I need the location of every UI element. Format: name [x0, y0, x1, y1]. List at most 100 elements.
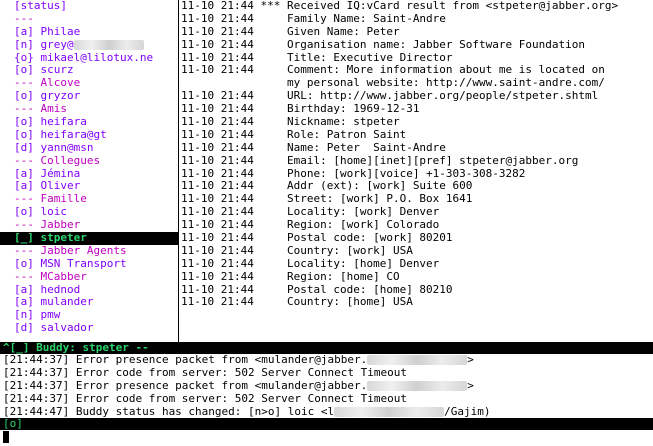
chat-message: Country: [home] USA: [286, 296, 413, 309]
roster-buddy[interactable]: [o] scurz: [0, 64, 178, 77]
chat-line: 11-10 21:44 Region: [home] CO: [181, 271, 653, 284]
chat-timestamp: 11-10 21:44: [181, 25, 254, 38]
chat-message: Given Name: Peter: [286, 25, 400, 38]
log-line: [21:44:37] Error presence packet from <m…: [3, 354, 474, 366]
chat-marker: [254, 26, 287, 38]
chat-message: Organisation name: Jabber Software Found…: [286, 38, 585, 51]
chat-line: 11-10 21:44 *** Received IQ:vCard result…: [181, 0, 653, 13]
roster-panel[interactable]: [status] --- [a] Philae [n] grey@ {o} mikael…: [0, 0, 178, 342]
roster-group[interactable]: ---: [0, 13, 178, 26]
roster-group[interactable]: --- Jabber Agents: [0, 245, 178, 258]
chat-marker: [254, 77, 287, 89]
command-input[interactable]: [0, 430, 653, 446]
roster-group[interactable]: --- MCabber: [0, 271, 178, 284]
chat-marker: [254, 232, 287, 244]
roster-group[interactable]: --- Collegues: [0, 155, 178, 168]
chat-timestamp: 11-10 21:44: [181, 244, 254, 257]
chat-timestamp: 11-10 21:44: [181, 116, 254, 129]
chat-timestamp: 11-10 21:44: [181, 64, 254, 77]
chat-message: Nickname: stpeter: [286, 116, 400, 129]
chat-marker: [254, 296, 287, 308]
roster-buddy[interactable]: [a] hednod: [0, 284, 178, 297]
chat-line: 11-10 21:44 Postal code: [work] 80201: [181, 232, 653, 245]
log-line: [21:44:37] Error code from server: 502 S…: [3, 392, 407, 405]
chat-message: Country: [work] USA: [286, 244, 413, 257]
roster-buddy[interactable]: [_] stpeter: [0, 232, 178, 245]
log-line: [21:44:47] Buddy status has changed: [n>…: [3, 405, 491, 418]
roster-buddy[interactable]: [o] MSN Transport: [0, 258, 178, 271]
chat-timestamp: 11-10 21:44: [181, 38, 254, 51]
chat-message: Phone: [work][voice] +1-303-308-3282: [286, 167, 526, 180]
roster-buddy[interactable]: [d] salvador: [0, 322, 178, 335]
redacted-text: [73, 39, 144, 50]
roster-buddy[interactable]: [a] Jémina: [0, 168, 178, 181]
chat-marker: [254, 193, 287, 205]
chat-timestamp: 11-10 21:44: [181, 141, 254, 154]
chat-marker: [254, 168, 287, 180]
roster-buddy[interactable]: [o] gryzor: [0, 90, 178, 103]
chat-timestamp: 11-10 21:44: [181, 154, 254, 167]
chat-timestamp: 11-10 21:44: [181, 180, 254, 193]
chat-marker: [254, 129, 287, 141]
roster-buddy[interactable]: [n] pmw: [0, 309, 178, 322]
chat-line: 11-10 21:44 Phone: [work][voice] +1-303-…: [181, 168, 653, 181]
chat-message: Addr (ext): [work] Suite 600: [286, 180, 473, 193]
chat-line: 11-10 21:44 Organisation name: Jabber So…: [181, 39, 653, 52]
chat-line: my personal website: http://www.saint-an…: [181, 77, 653, 90]
chat-line: 11-10 21:44 Locality: [work] Denver: [181, 206, 653, 219]
chat-line: 11-10 21:44 Locality: [home] Denver: [181, 258, 653, 271]
chat-line: 11-10 21:44 Addr (ext): [work] Suite 600: [181, 180, 653, 193]
chat-line: 11-10 21:44 Street: [work] P.O. Box 1641: [181, 193, 653, 206]
roster-buddy[interactable]: [o] heifara@gt: [0, 129, 178, 142]
chat-marker: [254, 116, 287, 128]
roster-group[interactable]: --- Jabber: [0, 219, 178, 232]
roster-status[interactable]: [status]: [0, 0, 178, 13]
roster-buddy[interactable]: {o} mikael@lilotux.ne: [0, 52, 178, 65]
chat-line: 11-10 21:44 Region: [work] Colorado: [181, 219, 653, 232]
chat-message: Region: [work] Colorado: [286, 219, 440, 232]
chat-timestamp: 11-10 21:44: [181, 167, 254, 180]
redacted-text: [367, 380, 468, 391]
chat-marker: [254, 284, 287, 296]
chat-timestamp: 11-10 21:44: [181, 103, 254, 116]
input-status-bar: [o]: [0, 418, 653, 430]
chat-timestamp: 11-10 21:44: [181, 206, 254, 219]
chat-line: 11-10 21:44 Birthday: 1969-12-31: [181, 103, 653, 116]
chat-timestamp: 11-10 21:44: [181, 128, 254, 141]
chat-message: Postal code: [home] 80210: [286, 283, 453, 296]
chat-message: Comment: More information about me is lo…: [286, 64, 605, 77]
chat-message: Role: Patron Saint: [286, 128, 407, 141]
chat-marker: [254, 219, 287, 231]
chat-line: 11-10 21:44 Family Name: Saint-Andre: [181, 13, 653, 26]
chat-timestamp: 11-10 21:44: [181, 51, 254, 64]
chat-timestamp: 11-10 21:44: [181, 283, 254, 296]
roster-buddy[interactable]: [d] yann@msn: [0, 142, 178, 155]
roster-buddy[interactable]: [n] grey@: [0, 39, 178, 52]
chat-line: 11-10 21:44 Role: Patron Saint: [181, 129, 653, 142]
cursor: [3, 431, 9, 443]
roster-buddy[interactable]: [a] mulander: [0, 296, 178, 309]
chat-timestamp: [181, 77, 254, 89]
chat-message: Postal code: [work] 80201: [286, 232, 453, 245]
chat-line: 11-10 21:44 Name: Peter Saint-Andre: [181, 142, 653, 155]
roster-buddy[interactable]: [o] loic: [0, 206, 178, 219]
chat-message: Email: [home][inet][pref] stpeter@jabber…: [286, 154, 579, 167]
chat-timestamp: 11-10 21:44: [181, 257, 254, 270]
chat-marker: [254, 39, 287, 51]
roster-buddy[interactable]: [a] Philae: [0, 26, 178, 39]
roster-group[interactable]: --- Amis: [0, 103, 178, 116]
roster-group[interactable]: --- Famille: [0, 193, 178, 206]
chat-line: 11-10 21:44 Country: [work] USA: [181, 245, 653, 258]
chat-message: Region: [home] CO: [286, 270, 400, 283]
panel-divider: [178, 0, 179, 342]
roster-group[interactable]: --- Alcove: [0, 77, 178, 90]
roster-buddy[interactable]: [a] Oliver: [0, 180, 178, 193]
chat-marker: [254, 52, 287, 64]
chat-message: Locality: [work] Denver: [286, 206, 440, 219]
chat-timestamp: 11-10 21:44: [181, 219, 254, 232]
chat-marker: [254, 64, 287, 76]
roster-buddy[interactable]: [o] heifara: [0, 116, 178, 129]
chat-marker: [254, 245, 287, 257]
chat-timestamp: 11-10 21:44: [181, 0, 254, 12]
chat-marker: ***: [253, 0, 287, 12]
